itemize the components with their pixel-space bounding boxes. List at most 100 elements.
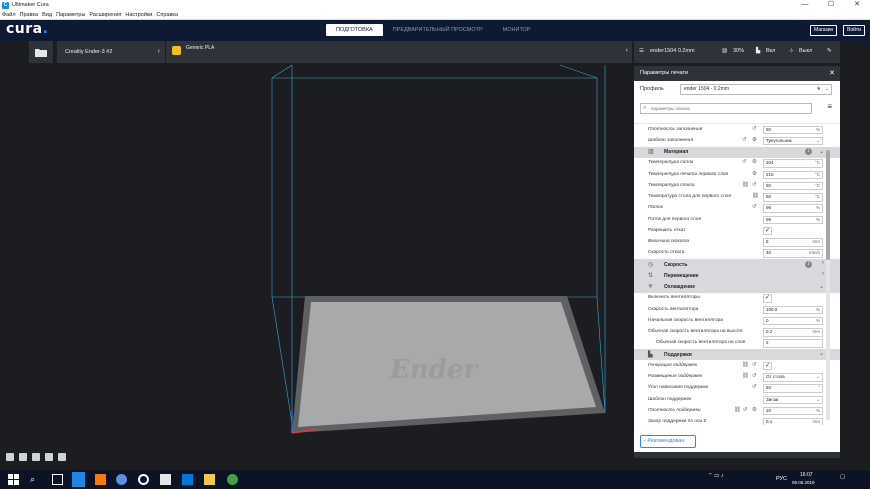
app-taskbar-icon[interactable] xyxy=(116,474,127,485)
profile-dropdown[interactable]: ender 1504 - 0.2mm ★ ⌄ xyxy=(680,84,832,95)
reset-icon[interactable]: ↺ xyxy=(743,407,748,413)
minimize-icon[interactable]: — xyxy=(792,0,818,10)
menu-edit[interactable]: Правка xyxy=(20,12,39,18)
maximize-icon[interactable]: ☐ xyxy=(818,0,844,10)
category-travel[interactable]: ⇅ Перемещение ‹ xyxy=(634,270,840,282)
setting-input[interactable]: 100.0% xyxy=(763,305,823,314)
setting-dropdown[interactable]: Зигзаг ⌄ xyxy=(763,395,823,404)
marketplace-button[interactable]: Магазин xyxy=(810,25,838,36)
settings-search-input[interactable]: ⌕ параметры поиска xyxy=(640,103,812,114)
gear-icon[interactable]: ⚙ xyxy=(752,159,757,165)
info-icon[interactable]: i xyxy=(805,260,812,268)
setting-row: Разрешить откат ✓ xyxy=(634,225,840,236)
recommended-button[interactable]: ‹ Рекомендован xyxy=(640,435,696,448)
reset-icon[interactable]: ↺ xyxy=(742,137,747,143)
search-icon: ⌕ xyxy=(643,105,647,111)
setting-input[interactable]: 0.2 mm xyxy=(763,328,823,337)
cura-logo: cura. xyxy=(6,21,49,37)
view-top-icon[interactable] xyxy=(32,453,40,461)
star-icon[interactable]: ★ xyxy=(817,85,821,94)
reset-icon[interactable]: ↺ xyxy=(742,159,747,165)
setting-dropdown[interactable]: От стола ⌄ xyxy=(763,373,823,382)
setting-checkbox[interactable]: ✓ xyxy=(763,294,772,303)
setting-input[interactable]: 50 ° xyxy=(763,384,823,393)
setting-input[interactable]: 50 °C xyxy=(763,181,823,191)
category-material[interactable]: ▥ Материал i ⌄ xyxy=(634,146,840,158)
setting-dropdown[interactable]: Треугольник ⌄ xyxy=(763,136,823,146)
menu-parameters[interactable]: Параметры xyxy=(56,12,85,18)
travel-icon: ⇅ xyxy=(648,272,654,279)
tab-preview[interactable]: ПРЕДВАРИТЕЛЬНЫЙ ПРОСМОТР xyxy=(383,24,493,36)
close-icon[interactable]: ✕ xyxy=(844,0,870,10)
clock-date[interactable]: 06.05.2019 xyxy=(792,480,815,485)
reset-icon[interactable]: ↺ xyxy=(752,204,757,210)
link-icon: ⛓ xyxy=(752,193,759,199)
menu-extensions[interactable]: Расширения xyxy=(89,12,121,18)
setting-input[interactable]: 2 xyxy=(763,339,823,348)
close-icon[interactable]: ✕ xyxy=(829,66,835,81)
print-setup-selector[interactable]: ☰ ender1504 0.2mm ▧ 30% ▙ Вкл ⊹ Выкл ✎ xyxy=(634,41,840,63)
windows-start-icon[interactable] xyxy=(8,474,19,485)
reset-icon[interactable]: ↺ xyxy=(752,182,757,188)
reset-icon[interactable]: ↺ xyxy=(752,373,757,379)
3d-viewport[interactable]: Ender xyxy=(0,63,634,470)
gear-icon[interactable]: ⚙ xyxy=(752,407,757,413)
setting-row: Температура стола ⛓ ↺ 50 °C xyxy=(634,180,840,191)
app-taskbar-icon[interactable] xyxy=(95,474,106,485)
category-speed[interactable]: ◷ Скорость i ‹ xyxy=(634,259,840,271)
menu-help[interactable]: Справка xyxy=(156,12,178,18)
panel-resize-handle[interactable] xyxy=(634,452,840,458)
menu-file[interactable]: Файл xyxy=(2,12,16,18)
material-selector[interactable]: Generic PLA ‹ xyxy=(166,41,632,63)
view-front-icon[interactable] xyxy=(19,453,27,461)
menu-settings[interactable]: Настройки xyxy=(125,12,152,18)
menu-view[interactable]: Вид xyxy=(42,12,52,18)
printer-selector[interactable]: Creality Ender-3 #2 ‹ xyxy=(57,41,165,63)
setting-input[interactable]: 210 °C xyxy=(763,170,823,179)
setting-input[interactable]: 5 mm xyxy=(763,238,823,247)
info-icon[interactable]: i xyxy=(805,148,812,155)
clock-time[interactable]: 16:07 xyxy=(800,472,813,478)
app-taskbar-icon[interactable] xyxy=(138,474,149,485)
setting-input[interactable]: 60 °C xyxy=(763,193,823,202)
cura-taskbar-icon[interactable] xyxy=(72,472,85,487)
setting-input[interactable]: 50% xyxy=(763,125,823,134)
folder-icon xyxy=(35,48,47,57)
search-icon[interactable]: ⌕ xyxy=(30,474,41,485)
notifications-icon[interactable]: ▢ xyxy=(840,474,845,480)
view-right-icon[interactable] xyxy=(58,453,66,461)
tab-prepare[interactable]: ПОДГОТОВКА xyxy=(326,24,383,36)
category-support[interactable]: ▙ Поддержки ⌄ xyxy=(634,349,840,361)
setting-input[interactable]: 204 °C xyxy=(763,159,823,168)
setting-input[interactable]: 20% xyxy=(763,406,823,416)
setting-checkbox[interactable]: ✓ xyxy=(763,226,772,236)
store-icon[interactable] xyxy=(182,474,193,485)
tray-icons[interactable]: ⌃ ▭ ♪ xyxy=(708,473,724,479)
gear-icon[interactable]: ⚙ xyxy=(752,171,757,177)
reset-icon[interactable]: ↺ xyxy=(752,126,757,132)
settings-scrollbar-thumb[interactable] xyxy=(826,150,830,260)
tab-monitor[interactable]: МОНИТОР xyxy=(493,24,541,36)
task-view-icon[interactable] xyxy=(52,474,63,485)
setting-checkbox[interactable]: ✓ xyxy=(763,361,772,371)
setting-row: Скорость отката 40 mm/s xyxy=(634,248,840,259)
gear-icon[interactable]: ⚙ xyxy=(752,137,757,143)
reset-icon[interactable]: ↺ xyxy=(752,362,757,368)
setting-input[interactable]: 96% xyxy=(763,204,823,213)
setting-input[interactable]: 0.1 mm xyxy=(763,418,823,425)
folder-icon[interactable] xyxy=(204,474,215,485)
setting-input[interactable]: 0% xyxy=(763,316,823,326)
category-cooling[interactable]: ✳ Охлаждение ⌄ xyxy=(634,281,840,293)
profile-icon: ☰ xyxy=(639,48,644,54)
mail-icon[interactable] xyxy=(160,474,171,485)
open-file-button[interactable] xyxy=(29,41,53,63)
settings-visibility-menu-icon[interactable]: ≡ xyxy=(827,102,832,111)
view-left-icon[interactable] xyxy=(45,453,53,461)
reset-icon[interactable]: ↺ xyxy=(752,384,757,390)
view-3d-icon[interactable] xyxy=(6,453,14,461)
setting-input[interactable]: 40 mm/s xyxy=(763,249,823,258)
setting-input[interactable]: 98% xyxy=(763,215,823,224)
signin-button[interactable]: Войти xyxy=(843,25,865,36)
chrome-icon[interactable] xyxy=(227,474,238,485)
keyboard-language[interactable]: РУС xyxy=(776,476,787,482)
